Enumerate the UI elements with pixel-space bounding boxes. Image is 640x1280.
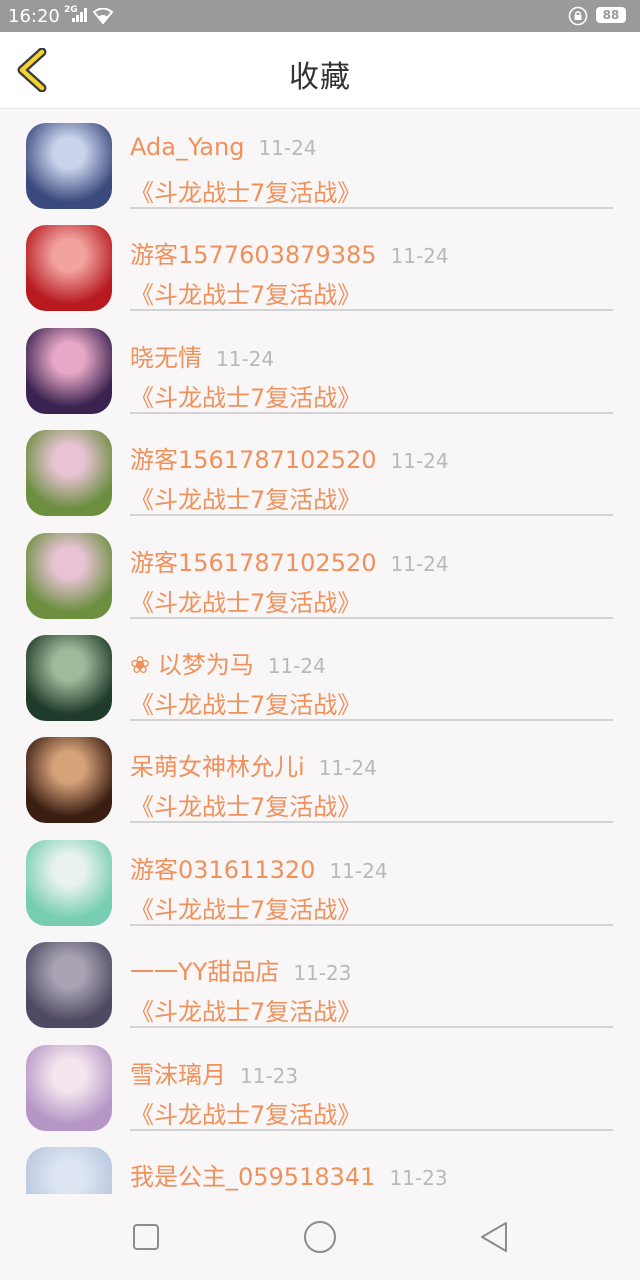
divider: [130, 821, 613, 824]
item-title[interactable]: 《斗龙战士7复活战》: [130, 378, 361, 413]
back-nav-button[interactable]: [472, 1215, 516, 1259]
username-text: 我是公主_059518341: [130, 1162, 376, 1191]
username-text: 晓无情: [130, 343, 202, 372]
list-item[interactable]: 呆萌女神林允儿i 11-24 《斗龙战士7复活战》: [0, 723, 640, 825]
item-date: 11-24: [390, 449, 449, 474]
item-date: 11-24: [329, 858, 388, 883]
divider: [130, 207, 613, 209]
username: 游客1561787102520 11-24: [130, 543, 449, 578]
username-text: Ada_Yang: [130, 133, 245, 161]
header: 收藏: [0, 32, 640, 109]
system-nav-bar: [0, 1194, 640, 1280]
item-title[interactable]: 《斗龙战士7复活战》: [130, 1095, 361, 1130]
list-item[interactable]: 雪沫璃月 11-23 《斗龙战士7复活战》: [0, 1031, 640, 1133]
battery-indicator: 88: [596, 7, 626, 23]
status-bar: 16:20 2G 88: [0, 0, 640, 32]
item-date: 11-24: [390, 551, 449, 576]
list-item[interactable]: 我是公主_059518341 11-23: [0, 1133, 640, 1194]
username-text: 游客1561787102520: [130, 446, 377, 475]
page-title: 收藏: [289, 60, 351, 95]
username: 呆萌女神林允儿i 11-24: [130, 747, 377, 782]
item-title[interactable]: 《斗龙战士7复活战》: [130, 583, 361, 618]
divider: [130, 616, 613, 619]
avatar: [26, 1146, 112, 1194]
item-date: 11-23: [389, 1165, 448, 1190]
avatar: [26, 225, 112, 312]
list-item[interactable]: ❀ 以梦为马 11-24 《斗龙战士7复活战》: [0, 621, 640, 723]
item-date: 11-24: [318, 756, 377, 781]
username-text: 游客1577603879385: [130, 241, 377, 270]
divider: [130, 923, 613, 926]
item-title[interactable]: 《斗龙战士7复活战》: [130, 992, 361, 1027]
username: 游客1561787102520 11-24: [130, 440, 449, 475]
list-item[interactable]: 游客1577603879385 11-24 《斗龙战士7复活战》: [0, 211, 640, 313]
avatar: [26, 737, 112, 824]
avatar: [26, 1044, 112, 1131]
status-time: 16:20: [8, 6, 60, 27]
username-text: 游客1561787102520: [130, 548, 377, 577]
divider: [130, 1128, 613, 1131]
item-date: 11-23: [240, 1063, 299, 1088]
divider: [130, 309, 613, 312]
divider: [130, 1026, 613, 1029]
username-text: ❀ 以梦为马: [130, 650, 254, 679]
list-item[interactable]: 一一YY甜品店 11-23 《斗龙战士7复活战》: [0, 928, 640, 1030]
item-title[interactable]: 《斗龙战士7复活战》: [130, 173, 361, 208]
item-title[interactable]: 《斗龙战士7复活战》: [130, 685, 361, 720]
list-item[interactable]: Ada_Yang 11-24 《斗龙战士7复活战》: [0, 109, 640, 211]
divider: [130, 718, 613, 721]
username: Ada_Yang 11-24: [130, 133, 317, 161]
username: 我是公主_059518341 11-23: [130, 1157, 448, 1192]
username-text: 呆萌女神林允儿i: [130, 753, 305, 782]
item-date: 11-24: [267, 653, 326, 678]
triangle-back-icon: [481, 1222, 507, 1252]
divider: [130, 514, 613, 517]
username: ❀ 以梦为马 11-24: [130, 645, 326, 680]
avatar: [26, 532, 112, 619]
avatar: [26, 123, 112, 209]
favorites-list[interactable]: Ada_Yang 11-24 《斗龙战士7复活战》 游客1577603879385 11…: [0, 109, 640, 1194]
avatar: [26, 839, 112, 926]
username-text: 一一YY甜品店: [130, 958, 280, 987]
avatar: [26, 634, 112, 721]
list-item[interactable]: 游客1561787102520 11-24 《斗龙战士7复活战》: [0, 519, 640, 621]
username-text: 雪沫璃月: [130, 1060, 226, 1089]
username: 游客1577603879385 11-24: [130, 235, 449, 270]
item-date: 11-24: [258, 136, 317, 160]
list-item[interactable]: 游客031611320 11-24 《斗龙战士7复活战》: [0, 826, 640, 928]
square-icon: [133, 1224, 159, 1250]
avatar: [26, 942, 112, 1029]
item-title[interactable]: 《斗龙战士7复活战》: [130, 480, 361, 515]
item-date: 11-23: [293, 961, 352, 986]
item-title[interactable]: 《斗龙战士7复活战》: [130, 890, 361, 925]
username: 晓无情 11-24: [130, 338, 274, 373]
username: 一一YY甜品店 11-23: [130, 952, 351, 987]
item-title[interactable]: 《斗龙战士7复活战》: [130, 787, 361, 822]
item-date: 11-24: [216, 346, 275, 371]
username-text: 游客031611320: [130, 855, 316, 884]
circle-icon: [304, 1221, 336, 1253]
avatar: [26, 430, 112, 517]
wifi-icon: [93, 8, 113, 24]
item-date: 11-24: [390, 244, 449, 269]
username: 游客031611320 11-24: [130, 850, 388, 885]
home-button[interactable]: [298, 1215, 342, 1259]
list-item[interactable]: 游客1561787102520 11-24 《斗龙战士7复活战》: [0, 416, 640, 518]
signal-icon: [72, 8, 87, 22]
avatar: [26, 327, 112, 414]
item-title[interactable]: 《斗龙战士7复活战》: [130, 275, 361, 310]
list-item[interactable]: 晓无情 11-24 《斗龙战士7复活战》: [0, 314, 640, 416]
username: 雪沫璃月 11-23: [130, 1055, 298, 1090]
recent-apps-button[interactable]: [124, 1215, 168, 1259]
divider: [130, 411, 613, 414]
rotation-lock-icon: [568, 6, 588, 26]
